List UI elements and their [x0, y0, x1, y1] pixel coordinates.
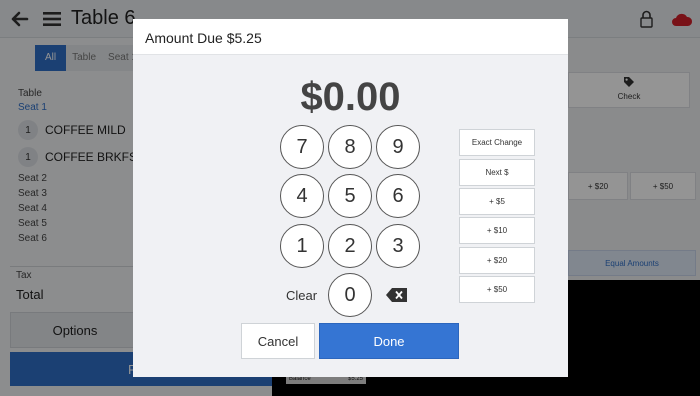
key-1[interactable]: 1 — [280, 224, 324, 268]
add-10-button[interactable]: + $10 — [459, 217, 535, 244]
add-50-button[interactable]: + $50 — [459, 276, 535, 303]
add-20-button[interactable]: + $20 — [459, 247, 535, 274]
cancel-button[interactable]: Cancel — [241, 323, 315, 359]
dialog-title: Amount Due $5.25 — [145, 30, 262, 46]
backspace-icon[interactable] — [386, 288, 407, 302]
exact-change-button[interactable]: Exact Change — [459, 129, 535, 156]
dialog-header: Amount Due $5.25 — [133, 19, 568, 55]
key-6[interactable]: 6 — [376, 174, 420, 218]
key-7[interactable]: 7 — [280, 125, 324, 169]
key-8[interactable]: 8 — [328, 125, 372, 169]
add-5-button[interactable]: + $5 — [459, 188, 535, 215]
key-3[interactable]: 3 — [376, 224, 420, 268]
amount-display: $0.00 — [300, 75, 401, 119]
amount-due-dialog: Amount Due $5.25 $0.00 7 8 9 4 5 6 1 2 3… — [133, 19, 568, 377]
next-dollar-button[interactable]: Next $ — [459, 159, 535, 186]
key-2[interactable]: 2 — [328, 224, 372, 268]
key-5[interactable]: 5 — [328, 174, 372, 218]
clear-button[interactable]: Clear — [286, 288, 317, 303]
done-button[interactable]: Done — [319, 323, 459, 359]
key-0[interactable]: 0 — [328, 273, 372, 317]
key-9[interactable]: 9 — [376, 125, 420, 169]
key-4[interactable]: 4 — [280, 174, 324, 218]
